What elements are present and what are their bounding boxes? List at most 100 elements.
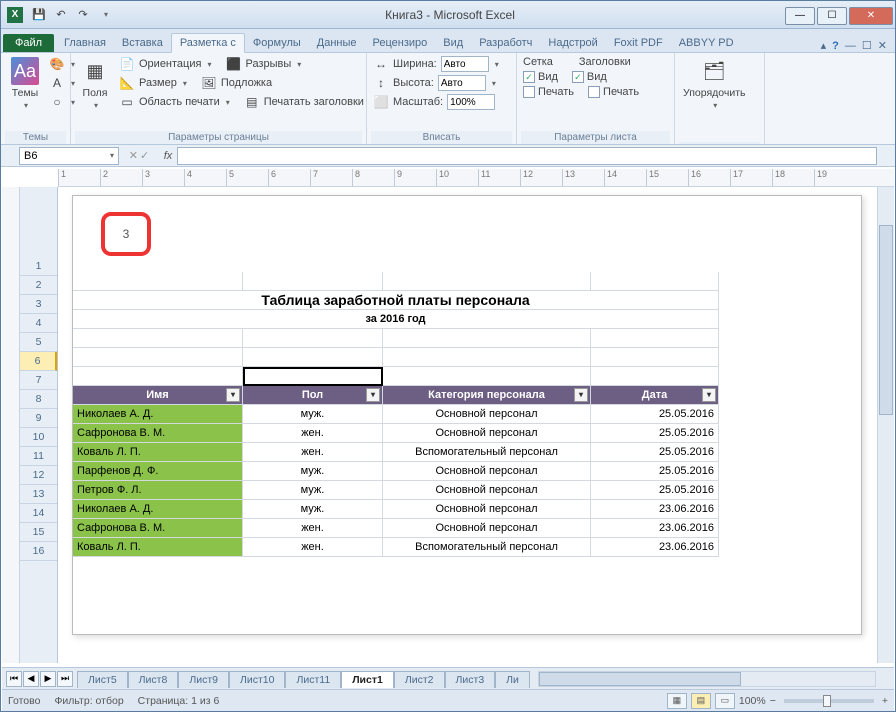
table-row[interactable] xyxy=(73,367,861,386)
minimize-ribbon-icon[interactable]: ▴ xyxy=(821,39,827,52)
zoom-in-button[interactable]: + xyxy=(882,695,888,707)
cell[interactable] xyxy=(243,272,383,291)
cell[interactable] xyxy=(591,329,719,348)
file-tab[interactable]: Файл xyxy=(3,34,54,52)
table-row[interactable] xyxy=(73,348,861,367)
table-row[interactable]: Коваль Л. П.жен.Вспомогательный персонал… xyxy=(73,443,861,462)
enter-icon[interactable]: ✓ xyxy=(140,149,149,162)
row-header[interactable]: 13 xyxy=(20,485,57,504)
cell-date[interactable]: 23.06.2016 xyxy=(591,500,719,519)
headings-print-checkbox[interactable] xyxy=(588,86,600,98)
cell[interactable] xyxy=(591,348,719,367)
table-row[interactable]: Таблица заработной платы персонала xyxy=(73,291,861,310)
row-header[interactable]: 3 xyxy=(20,295,57,314)
table-row[interactable]: Парфенов Д. Ф.муж.Основной персонал25.05… xyxy=(73,462,861,481)
cell-date[interactable]: 23.06.2016 xyxy=(591,538,719,557)
cell-date[interactable]: 25.05.2016 xyxy=(591,405,719,424)
row-header[interactable]: 5 xyxy=(20,333,57,352)
arrange-button[interactable]: 🗂 Упорядочить▾ xyxy=(679,55,749,142)
cell-date[interactable]: 23.06.2016 xyxy=(591,519,719,538)
ribbon-tab-6[interactable]: Вид xyxy=(435,34,471,52)
vertical-scrollbar[interactable] xyxy=(877,187,894,663)
table-row[interactable]: Сафронова В. М.жен.Основной персонал25.0… xyxy=(73,424,861,443)
cell-date[interactable]: 25.05.2016 xyxy=(591,481,719,500)
grid-view-checkbox[interactable]: ✓ xyxy=(523,71,535,83)
cell-category[interactable]: Основной персонал xyxy=(383,500,591,519)
sheet-tab[interactable]: Лист8 xyxy=(128,671,179,688)
table-row[interactable]: Николаев А. Д.муж.Основной персонал23.06… xyxy=(73,500,861,519)
cell[interactable] xyxy=(243,367,383,386)
close-button[interactable]: ✕ xyxy=(849,7,893,25)
cell-sex[interactable]: жен. xyxy=(243,538,383,557)
cell-name[interactable]: Парфенов Д. Ф. xyxy=(73,462,243,481)
ribbon-tab-3[interactable]: Формулы xyxy=(245,34,309,52)
table-row[interactable] xyxy=(73,272,861,291)
cell[interactable] xyxy=(73,272,243,291)
doc-close-icon[interactable]: ✕ xyxy=(878,39,887,52)
ribbon-tab-8[interactable]: Надстрой xyxy=(540,34,605,52)
tab-nav-prev[interactable]: ◀ xyxy=(23,671,39,687)
tab-nav-last[interactable]: ⏭ xyxy=(57,671,73,687)
sheet-tab[interactable]: Ли xyxy=(495,671,530,688)
ribbon-tab-10[interactable]: ABBYY PD xyxy=(671,34,742,52)
filter-button[interactable]: ▾ xyxy=(574,388,588,402)
background-button[interactable]: 🖼Подложка xyxy=(199,74,274,92)
scale-input[interactable] xyxy=(447,94,495,110)
cell-sex[interactable]: жен. xyxy=(243,443,383,462)
hscroll-thumb[interactable] xyxy=(539,672,741,686)
sheet-tab[interactable]: Лист2 xyxy=(394,671,445,688)
headings-view-checkbox[interactable]: ✓ xyxy=(572,71,584,83)
qat-dropdown[interactable]: ▾ xyxy=(95,5,115,25)
cell[interactable] xyxy=(243,329,383,348)
cell-sex[interactable]: муж. xyxy=(243,500,383,519)
sheet-tab[interactable]: Лист9 xyxy=(178,671,229,688)
ribbon-tab-2[interactable]: Разметка с xyxy=(171,33,245,53)
cell-sex[interactable]: жен. xyxy=(243,424,383,443)
ribbon-tab-0[interactable]: Главная xyxy=(56,34,114,52)
width-input[interactable] xyxy=(441,56,489,72)
filter-button[interactable]: ▾ xyxy=(226,388,240,402)
sheet-tab[interactable]: Лист3 xyxy=(445,671,496,688)
cell-name[interactable]: Сафронова В. М. xyxy=(73,519,243,538)
cell[interactable] xyxy=(591,367,719,386)
cell-category[interactable]: Основной персонал xyxy=(383,481,591,500)
ribbon-tab-1[interactable]: Вставка xyxy=(114,34,171,52)
page-layout-view-button[interactable]: ▤ xyxy=(691,693,711,709)
redo-button[interactable]: ↷ xyxy=(73,5,93,25)
row-header[interactable]: 1 xyxy=(20,257,57,276)
sheet-tab[interactable]: Лист1 xyxy=(341,671,394,688)
doc-restore-icon[interactable]: ☐ xyxy=(862,39,872,52)
print-titles-button[interactable]: ▤Печатать заголовки xyxy=(242,93,366,111)
cell[interactable] xyxy=(243,348,383,367)
formula-input[interactable] xyxy=(177,147,877,165)
cancel-icon[interactable]: ✕ xyxy=(129,149,138,162)
cell[interactable] xyxy=(73,348,243,367)
filter-button[interactable]: ▾ xyxy=(702,388,716,402)
cell-sex[interactable]: муж. xyxy=(243,481,383,500)
table-row[interactable]: Коваль Л. П.жен.Вспомогательный персонал… xyxy=(73,538,861,557)
row-header[interactable]: 4 xyxy=(20,314,57,333)
help-icon[interactable]: ? xyxy=(832,40,839,52)
table-row[interactable]: Николаев А. Д.муж.Основной персонал25.05… xyxy=(73,405,861,424)
cell-name[interactable]: Сафронова В. М. xyxy=(73,424,243,443)
cell-category[interactable]: Основной персонал xyxy=(383,519,591,538)
fx-icon[interactable]: fx xyxy=(159,150,177,162)
cell[interactable] xyxy=(383,348,591,367)
cell-date[interactable]: 25.05.2016 xyxy=(591,462,719,481)
ribbon-tab-9[interactable]: Foxit PDF xyxy=(606,34,671,52)
row-header[interactable]: 16 xyxy=(20,542,57,561)
grid-print-checkbox[interactable] xyxy=(523,86,535,98)
sheet-tab[interactable]: Лист5 xyxy=(77,671,128,688)
row-header[interactable]: 15 xyxy=(20,523,57,542)
row-header[interactable]: 7 xyxy=(20,371,57,390)
cell-sex[interactable]: жен. xyxy=(243,519,383,538)
zoom-thumb[interactable] xyxy=(823,695,831,707)
ribbon-tab-5[interactable]: Рецензиро xyxy=(365,34,436,52)
height-input[interactable] xyxy=(438,75,486,91)
print-area-button[interactable]: ▭Область печати▾ xyxy=(117,93,232,111)
table-row[interactable]: Имя▾Пол▾Категория персонала▾Дата▾ xyxy=(73,386,861,405)
cell-sex[interactable]: муж. xyxy=(243,405,383,424)
save-button[interactable]: 💾 xyxy=(29,5,49,25)
horizontal-scrollbar[interactable] xyxy=(538,671,876,687)
normal-view-button[interactable]: ▦ xyxy=(667,693,687,709)
